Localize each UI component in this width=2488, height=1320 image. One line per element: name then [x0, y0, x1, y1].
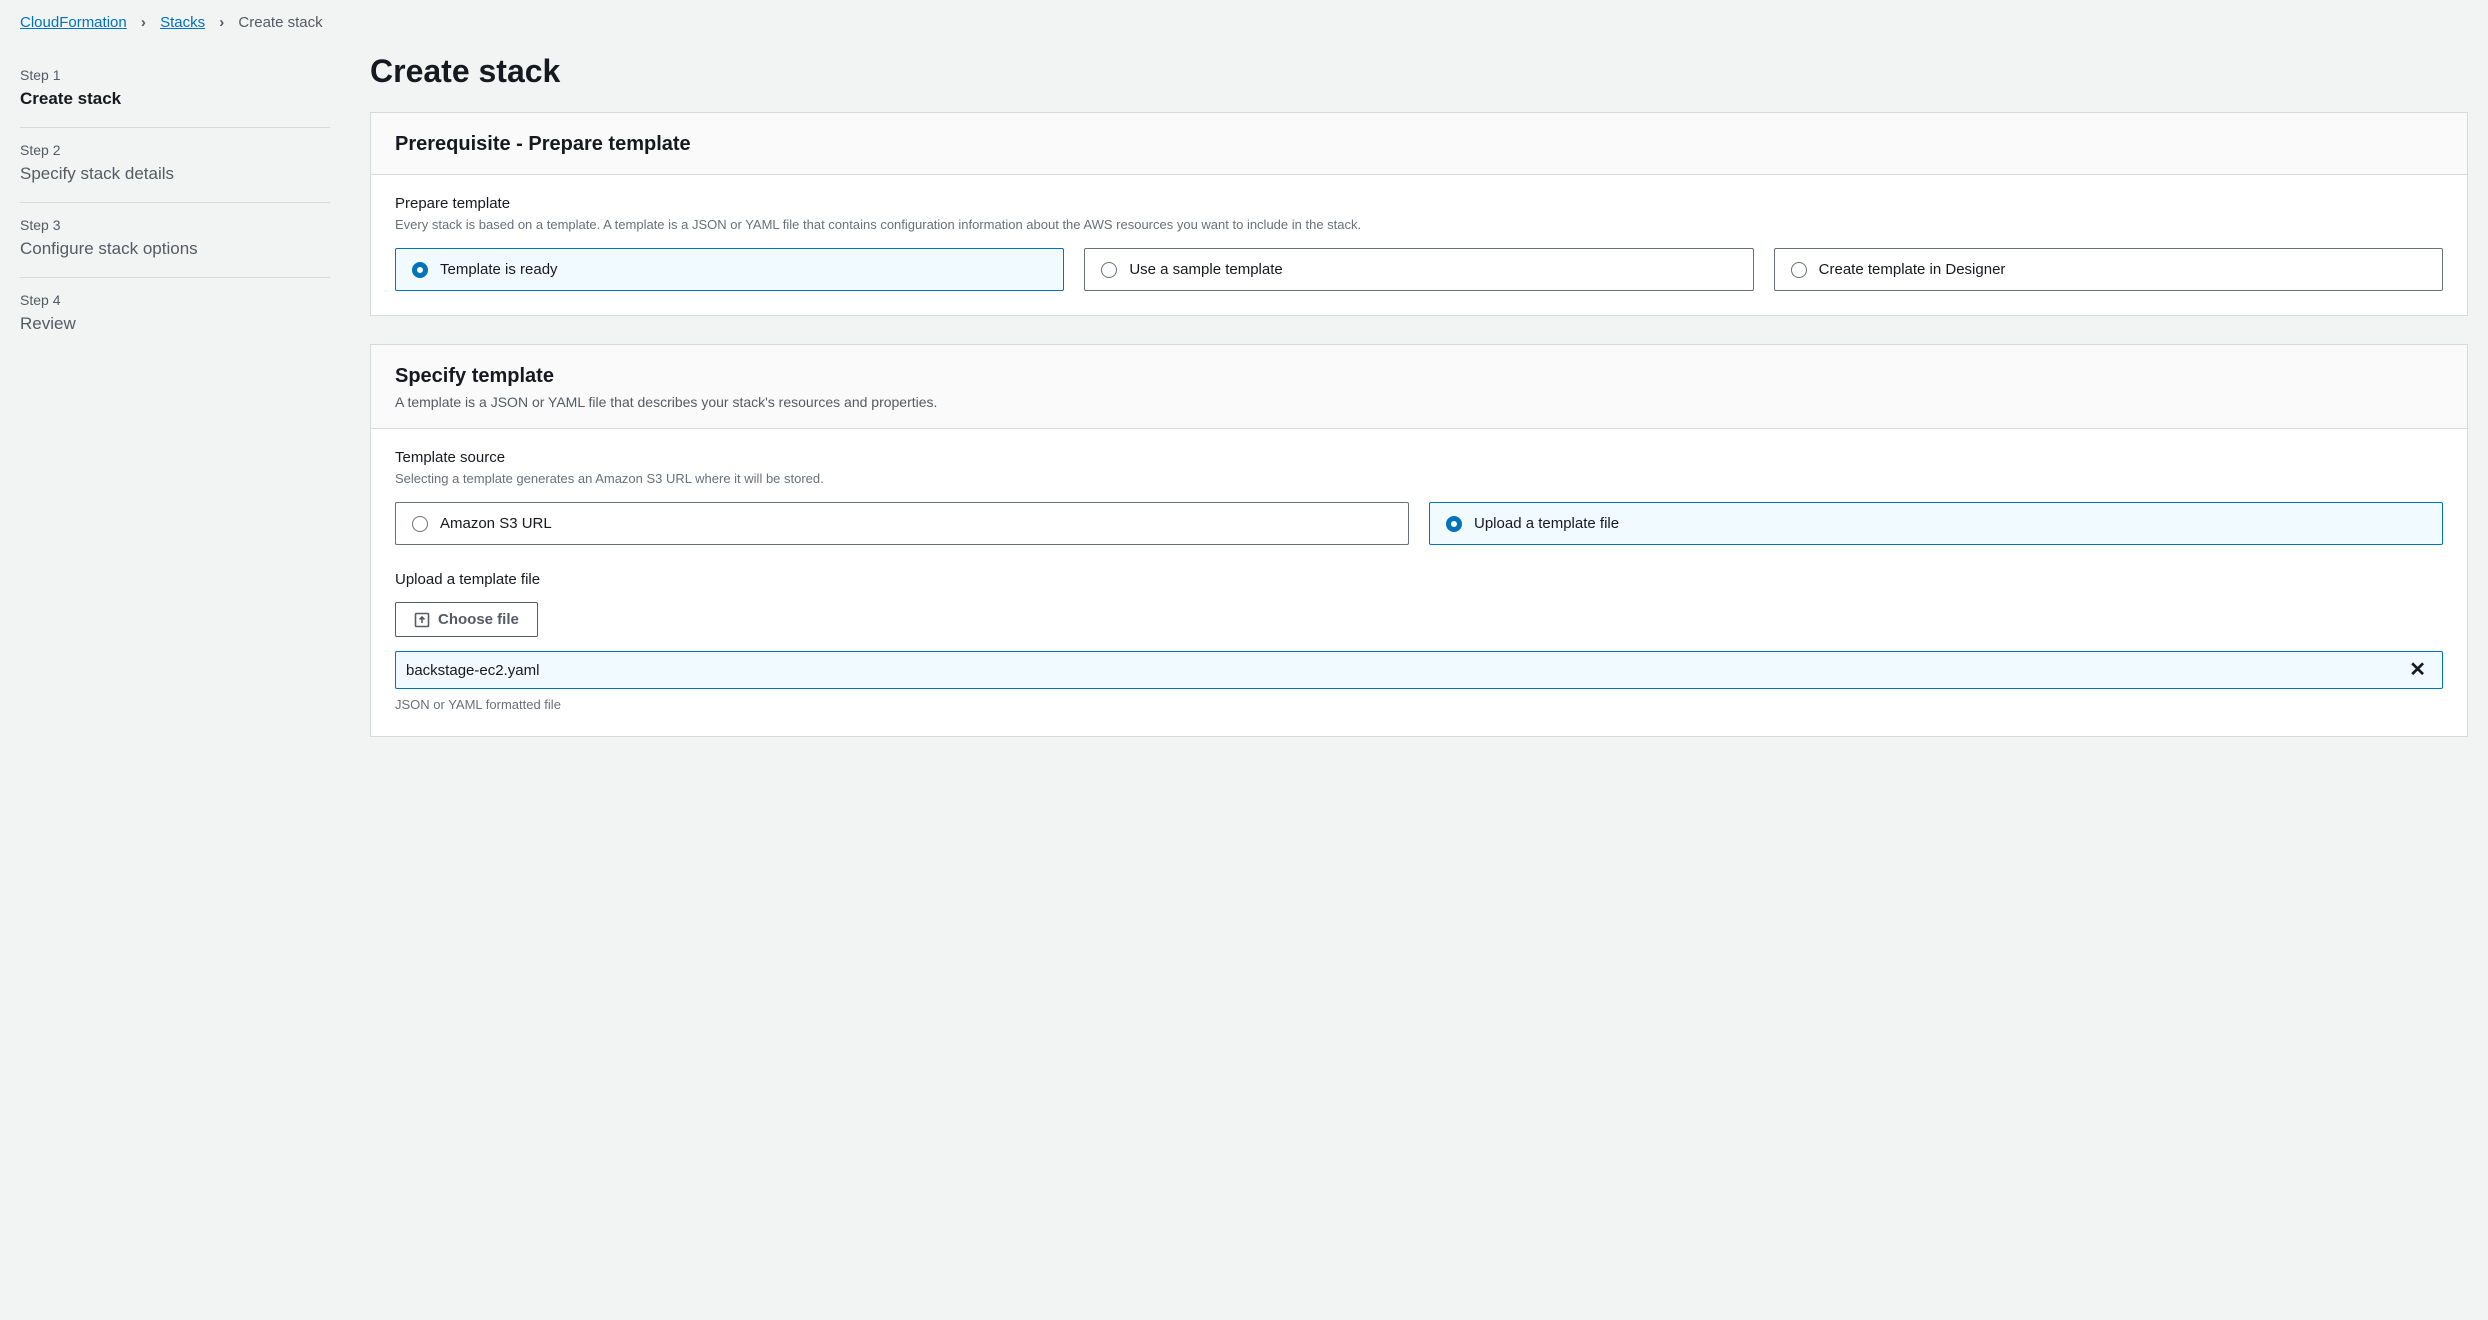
- panel-subtitle: A template is a JSON or YAML file that d…: [395, 394, 2443, 410]
- panel-specify-template: Specify template A template is a JSON or…: [370, 344, 2468, 737]
- radio-label: Use a sample template: [1129, 261, 1282, 278]
- step-title: Configure stack options: [20, 239, 330, 259]
- wizard-step-1[interactable]: Step 1 Create stack: [20, 53, 330, 128]
- breadcrumb: CloudFormation › Stacks › Create stack: [0, 0, 2488, 39]
- panel-prerequisite: Prerequisite - Prepare template Prepare …: [370, 112, 2468, 316]
- radio-upload-file[interactable]: Upload a template file: [1429, 502, 2443, 545]
- chevron-right-icon: ›: [219, 14, 224, 31]
- choose-file-label: Choose file: [438, 611, 519, 628]
- step-number: Step 2: [20, 142, 330, 158]
- radio-icon: [412, 516, 428, 532]
- radio-label: Template is ready: [440, 261, 558, 278]
- field-label-upload-file: Upload a template file: [395, 571, 2443, 588]
- radio-group-template-source: Amazon S3 URL Upload a template file: [395, 502, 2443, 545]
- radio-icon: [412, 262, 428, 278]
- wizard-step-2[interactable]: Step 2 Specify stack details: [20, 128, 330, 203]
- field-label-template-source: Template source: [395, 449, 2443, 466]
- breadcrumb-cloudformation[interactable]: CloudFormation: [20, 14, 127, 31]
- page-title: Create stack: [370, 53, 2468, 90]
- breadcrumb-stacks[interactable]: Stacks: [160, 14, 205, 31]
- breadcrumb-current: Create stack: [238, 14, 322, 31]
- wizard-step-4[interactable]: Step 4 Review: [20, 278, 330, 352]
- radio-use-sample[interactable]: Use a sample template: [1084, 248, 1753, 291]
- upload-icon: [414, 612, 430, 628]
- radio-label: Upload a template file: [1474, 515, 1619, 532]
- file-hint: JSON or YAML formatted file: [395, 697, 2443, 712]
- wizard-step-3[interactable]: Step 3 Configure stack options: [20, 203, 330, 278]
- step-number: Step 3: [20, 217, 330, 233]
- radio-group-prepare-template: Template is ready Use a sample template …: [395, 248, 2443, 291]
- radio-icon: [1446, 516, 1462, 532]
- step-number: Step 4: [20, 292, 330, 308]
- field-hint-prepare-template: Every stack is based on a template. A te…: [395, 216, 2443, 234]
- wizard-steps-sidebar: Step 1 Create stack Step 2 Specify stack…: [20, 53, 330, 352]
- step-title: Create stack: [20, 89, 330, 109]
- field-hint-template-source: Selecting a template generates an Amazon…: [395, 470, 2443, 488]
- selected-file-name: backstage-ec2.yaml: [406, 662, 2403, 679]
- radio-icon: [1101, 262, 1117, 278]
- field-label-prepare-template: Prepare template: [395, 195, 2443, 212]
- radio-create-designer[interactable]: Create template in Designer: [1774, 248, 2443, 291]
- selected-file-row: backstage-ec2.yaml ✕: [395, 651, 2443, 689]
- choose-file-button[interactable]: Choose file: [395, 602, 538, 637]
- radio-icon: [1791, 262, 1807, 278]
- step-title: Specify stack details: [20, 164, 330, 184]
- radio-label: Amazon S3 URL: [440, 515, 552, 532]
- radio-s3-url[interactable]: Amazon S3 URL: [395, 502, 1409, 545]
- clear-file-button[interactable]: ✕: [2403, 660, 2432, 680]
- step-title: Review: [20, 314, 330, 334]
- step-number: Step 1: [20, 67, 330, 83]
- panel-title: Prerequisite - Prepare template: [395, 133, 2443, 156]
- chevron-right-icon: ›: [141, 14, 146, 31]
- radio-label: Create template in Designer: [1819, 261, 2006, 278]
- radio-template-ready[interactable]: Template is ready: [395, 248, 1064, 291]
- panel-title: Specify template: [395, 365, 2443, 388]
